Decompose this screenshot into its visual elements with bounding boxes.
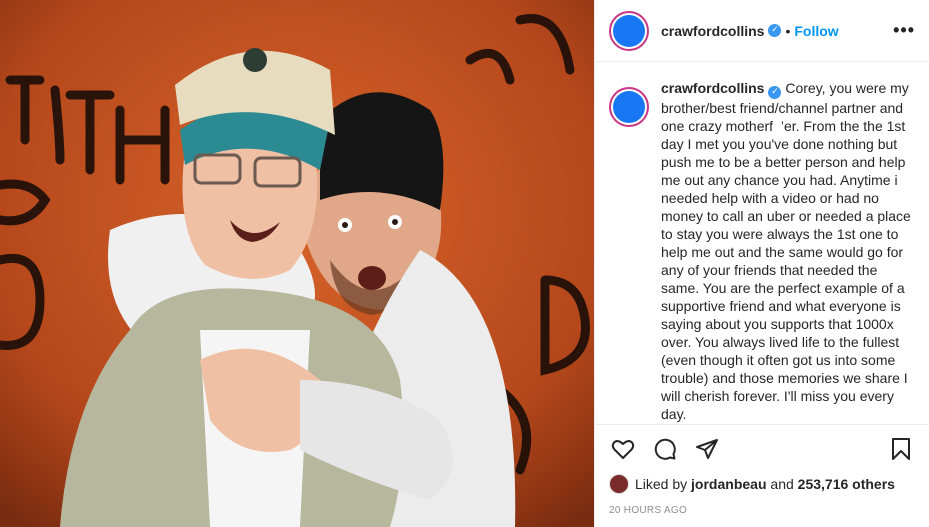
share-icon[interactable] — [693, 435, 721, 463]
comments-section[interactable]: crawfordcollins ✓ Corey, you were my brot… — [595, 63, 929, 424]
verified-badge-icon: ✓ — [768, 24, 782, 37]
likes-prefix: Liked by — [635, 476, 688, 492]
more-options-icon[interactable]: ••• — [893, 20, 915, 41]
post-actions: Liked by jordanbeau and 253,716 others 2… — [595, 424, 929, 527]
caption: crawfordcollins ✓ Corey, you were my brot… — [609, 79, 915, 423]
avatar — [613, 14, 645, 47]
avatar — [613, 91, 645, 123]
post-header: crawfordcollins ✓ • Follow ••• — [595, 0, 929, 62]
post-timestamp[interactable]: 20 HOURS AGO — [609, 505, 915, 516]
verified-badge-icon: ✓ — [768, 86, 782, 99]
caption-text: crawfordcollins ✓ Corey, you were my brot… — [661, 79, 911, 423]
comment-icon[interactable] — [651, 435, 679, 463]
likes-and: and — [770, 476, 794, 492]
likes-line: Liked by jordanbeau and 253,716 others — [609, 473, 915, 495]
post-photo-image — [0, 0, 594, 527]
action-icons — [609, 425, 915, 473]
header-avatar[interactable] — [609, 10, 649, 51]
liker-avatar[interactable] — [609, 474, 629, 494]
post-photo[interactable] — [0, 0, 594, 527]
header-username[interactable]: crawfordcollins — [661, 23, 764, 39]
caption-body: Corey, you were my brother/best friend/c… — [661, 80, 911, 422]
liked-by-user[interactable]: jordanbeau — [691, 476, 766, 492]
heart-icon[interactable] — [609, 435, 637, 463]
likes-count[interactable]: 253,716 others — [798, 476, 895, 492]
bookmark-icon[interactable] — [887, 435, 915, 463]
post-panel: crawfordcollins ✓ • Follow ••• crawfordc… — [594, 0, 929, 527]
separator-dot: • — [785, 22, 791, 39]
follow-button[interactable]: Follow — [794, 23, 838, 39]
caption-avatar[interactable] — [609, 87, 649, 127]
caption-username[interactable]: crawfordcollins — [661, 80, 764, 96]
